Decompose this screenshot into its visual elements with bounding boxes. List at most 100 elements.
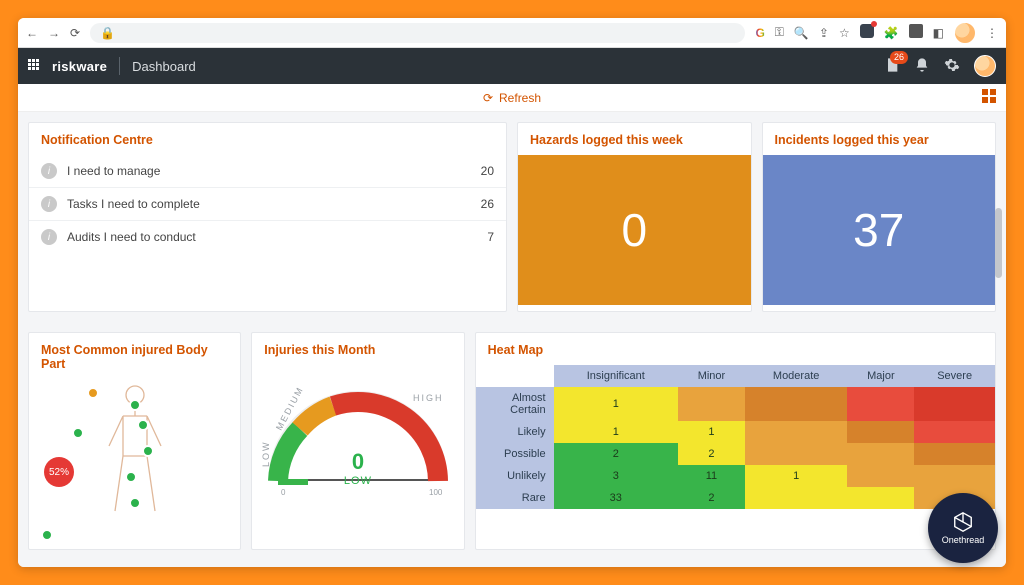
refresh-icon[interactable]: ⟳ — [483, 91, 493, 105]
body-dot-r-hip[interactable] — [125, 471, 137, 483]
notification-count: 7 — [487, 230, 494, 244]
heatmap-table: InsignificantMinorModerateMajorSevere Al… — [476, 365, 995, 509]
heatmap-cell[interactable] — [745, 421, 848, 443]
notification-row[interactable]: i Tasks I need to complete 26 — [29, 187, 506, 220]
gear-icon[interactable] — [944, 57, 960, 76]
extension-1-icon[interactable] — [860, 24, 874, 41]
extension-2-icon[interactable] — [909, 24, 923, 41]
back-icon[interactable]: ← — [26, 26, 38, 40]
browser-chrome: ← → ⟳ 🔒 G ⚿ 🔍 ⇪ ☆ 🧩 ◧ ⋮ — [18, 18, 1006, 48]
browser-avatar[interactable] — [954, 22, 976, 44]
notification-count: 26 — [481, 197, 494, 211]
notification-count: 20 — [481, 164, 494, 178]
heatmap-title: Heat Map — [476, 333, 995, 365]
heatmap-row-header: Rare — [476, 487, 554, 509]
heatmap-col-header: Minor — [678, 365, 745, 387]
heatmap-row-header: Possible — [476, 443, 554, 465]
heatmap-cell[interactable]: 2 — [678, 443, 745, 465]
app-top-bar: riskware Dashboard 26 — [18, 48, 1006, 84]
heatmap-row-header: Almost Certain — [476, 387, 554, 421]
heatmap-row-header: Unlikely — [476, 465, 554, 487]
zoom-icon[interactable]: 🔍 — [794, 26, 809, 40]
heatmap-cell[interactable] — [678, 387, 745, 421]
heatmap-cell[interactable] — [847, 465, 914, 487]
kebab-icon[interactable]: ⋮ — [986, 26, 998, 40]
panel-icon[interactable]: ◧ — [933, 26, 944, 40]
notification-label: I need to manage — [67, 164, 160, 178]
body-dot-r-arm[interactable] — [137, 419, 149, 431]
body-dot-head[interactable] — [87, 387, 99, 399]
incidents-kpi-card: Incidents logged this year 37 — [762, 122, 997, 312]
heatmap-cell[interactable]: 3 — [554, 465, 678, 487]
heatmap-cell[interactable] — [847, 443, 914, 465]
onethread-label: Onethread — [942, 535, 985, 545]
heatmap-cell[interactable] — [914, 421, 995, 443]
body-dot-r-hand[interactable] — [142, 445, 154, 457]
heatmap-cell[interactable] — [847, 421, 914, 443]
documents-badge: 26 — [890, 51, 908, 64]
heatmap-card: Heat Map InsignificantMinorModerateMajor… — [475, 332, 996, 550]
heatmap-cell[interactable]: 1 — [678, 421, 745, 443]
layout-icon[interactable] — [982, 89, 996, 106]
injuries-title: Injuries this Month — [252, 333, 463, 365]
body-dot-chest[interactable] — [72, 427, 84, 439]
heatmap-cell[interactable]: 1 — [745, 465, 848, 487]
puzzle-icon[interactable]: 🧩 — [884, 26, 899, 40]
heatmap-cell[interactable]: 2 — [554, 443, 678, 465]
brand-name: riskware — [52, 59, 107, 74]
heatmap-cell[interactable]: 2 — [678, 487, 745, 509]
heatmap-row-header: Likely — [476, 421, 554, 443]
heatmap-col-header: Moderate — [745, 365, 848, 387]
hazards-kpi-card: Hazards logged this week 0 — [517, 122, 752, 312]
notification-centre-title: Notification Centre — [29, 123, 506, 155]
svg-text:0: 0 — [281, 488, 286, 497]
heatmap-cell[interactable]: 11 — [678, 465, 745, 487]
incidents-kpi-title: Incidents logged this year — [763, 123, 996, 155]
info-icon: i — [41, 196, 57, 212]
user-avatar[interactable] — [974, 55, 996, 77]
notification-centre-card: Notification Centre i I need to manage 2… — [28, 122, 507, 312]
heatmap-cell[interactable]: 1 — [554, 421, 678, 443]
heatmap-cell[interactable] — [745, 387, 848, 421]
share-icon[interactable]: ⇪ — [819, 26, 829, 40]
lock-icon: 🔒 — [100, 26, 115, 40]
dashboard-content: Notification Centre i I need to manage 2… — [18, 112, 1006, 567]
refresh-label[interactable]: Refresh — [499, 91, 541, 105]
heatmap-cell[interactable] — [745, 487, 848, 509]
onethread-cube-icon — [952, 511, 974, 533]
bell-icon[interactable] — [914, 57, 930, 76]
star-icon[interactable]: ☆ — [839, 26, 850, 40]
body-dot-r-shoulder[interactable] — [129, 399, 141, 411]
page-title: Dashboard — [132, 59, 196, 74]
body-part-highlight-pct: 52% — [44, 457, 74, 487]
body-dot-r-knee[interactable] — [129, 497, 141, 509]
info-icon: i — [41, 163, 57, 179]
heatmap-cell[interactable] — [914, 443, 995, 465]
notification-row[interactable]: i I need to manage 20 — [29, 155, 506, 187]
hazards-kpi-value: 0 — [518, 155, 751, 305]
forward-icon[interactable]: → — [48, 26, 60, 40]
body-part-title: Most Common injured Body Part — [29, 333, 240, 379]
google-icon[interactable]: G — [755, 26, 764, 40]
info-icon: i — [41, 229, 57, 245]
divider — [119, 57, 120, 75]
heatmap-cell[interactable] — [847, 387, 914, 421]
address-bar[interactable]: 🔒 — [90, 23, 745, 43]
heatmap-cell[interactable] — [745, 443, 848, 465]
notification-row[interactable]: i Audits I need to conduct 7 — [29, 220, 506, 253]
heatmap-cell[interactable]: 33 — [554, 487, 678, 509]
refresh-bar: ⟳ Refresh — [18, 84, 1006, 112]
svg-text:100: 100 — [429, 488, 443, 497]
apps-grid-icon[interactable] — [28, 59, 42, 73]
key-icon[interactable]: ⚿ — [775, 25, 784, 40]
body-dot-l-foot[interactable] — [41, 529, 53, 541]
heatmap-cell[interactable] — [914, 387, 995, 421]
onethread-badge[interactable]: Onethread — [928, 493, 998, 563]
heatmap-cell[interactable] — [847, 487, 914, 509]
reload-icon[interactable]: ⟳ — [70, 26, 80, 40]
scrollbar-thumb[interactable] — [995, 208, 1002, 278]
hazards-kpi-title: Hazards logged this week — [518, 123, 751, 155]
heatmap-cell[interactable] — [914, 465, 995, 487]
documents-icon[interactable]: 26 — [884, 57, 900, 76]
heatmap-cell[interactable]: 1 — [554, 387, 678, 421]
